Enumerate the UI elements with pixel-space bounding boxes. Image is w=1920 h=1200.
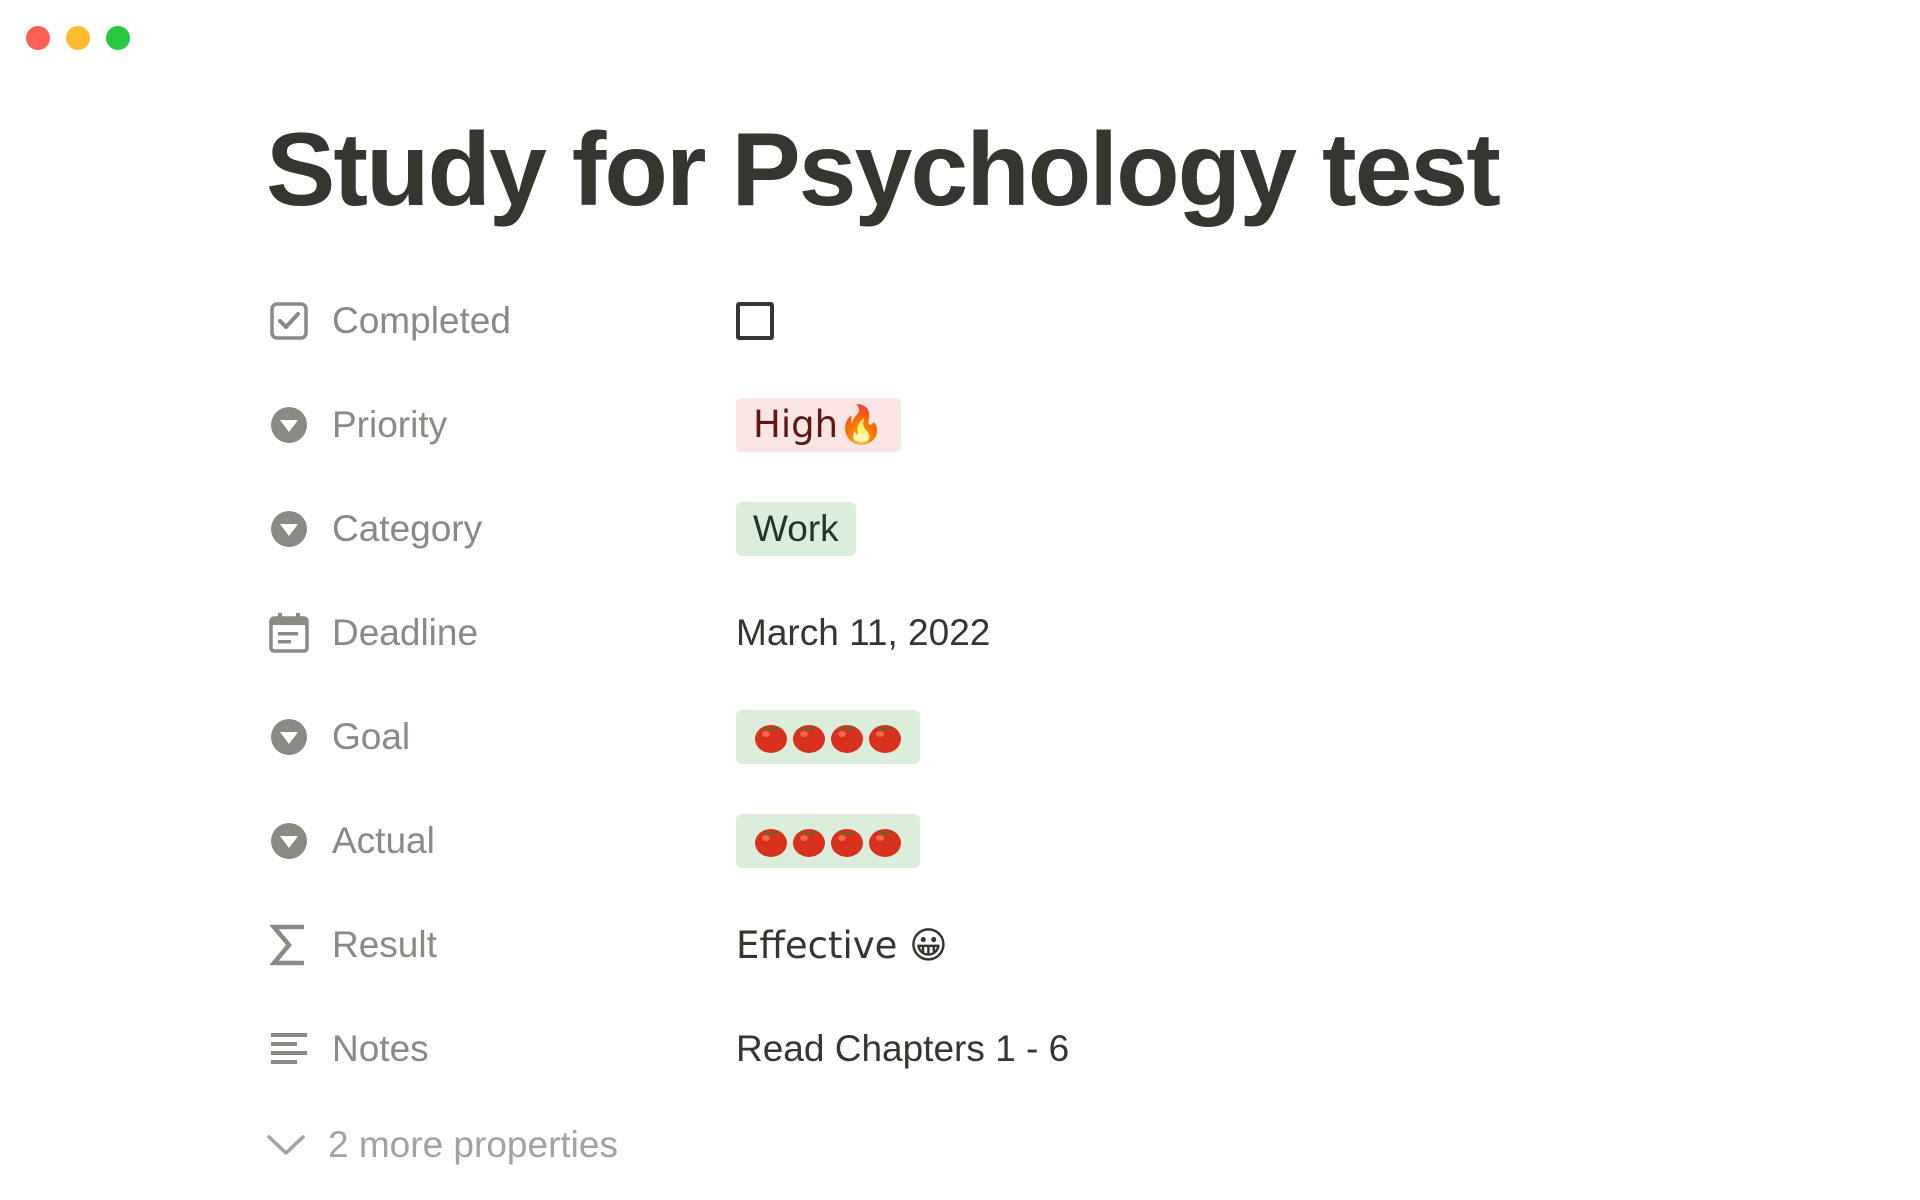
more-properties-label: 2 more properties xyxy=(328,1124,618,1165)
close-window-button[interactable] xyxy=(26,26,50,50)
property-label: Category xyxy=(332,508,483,549)
formula-sigma-icon xyxy=(266,922,312,968)
deadline-date-value[interactable]: March 11, 2022 xyxy=(736,612,990,654)
tomato-icon xyxy=(869,725,901,753)
calendar-property-icon xyxy=(266,610,312,656)
property-key-priority[interactable]: Priority xyxy=(266,402,736,448)
result-formula-value[interactable]: Effective 😀 xyxy=(736,924,948,967)
property-label: Result xyxy=(332,924,437,965)
select-property-icon xyxy=(266,818,312,864)
property-label: Goal xyxy=(332,716,411,757)
goal-tag[interactable] xyxy=(736,710,920,764)
property-label: Completed xyxy=(332,300,511,341)
window-controls xyxy=(26,26,130,50)
actual-tag[interactable] xyxy=(736,814,920,868)
chevron-down-icon xyxy=(266,1124,306,1166)
property-key-category[interactable]: Category xyxy=(266,506,736,552)
property-row-result[interactable]: Result Effective 😀 xyxy=(266,892,1766,998)
app-window: Study for Psychology test Completed Prio… xyxy=(0,0,1920,1200)
property-key-actual[interactable]: Actual xyxy=(266,818,736,864)
page-title[interactable]: Study for Psychology test xyxy=(266,110,1766,230)
property-label: Priority xyxy=(332,404,448,445)
text-lines-icon xyxy=(266,1026,312,1072)
property-row-notes[interactable]: Notes Read Chapters 1 - 6 xyxy=(266,998,1766,1100)
tomato-icon xyxy=(793,725,825,753)
property-key-result[interactable]: Result xyxy=(266,922,736,968)
page-content: Study for Psychology test Completed Prio… xyxy=(266,110,1766,1190)
property-row-goal[interactable]: Goal xyxy=(266,684,1766,790)
property-label: Deadline xyxy=(332,612,479,653)
properties-list: Completed Priority High🔥 Category Work D… xyxy=(266,268,1766,1190)
select-property-icon xyxy=(266,506,312,552)
property-key-goal[interactable]: Goal xyxy=(266,714,736,760)
property-key-notes[interactable]: Notes xyxy=(266,1026,736,1072)
minimize-window-button[interactable] xyxy=(66,26,90,50)
tomato-icon xyxy=(831,725,863,753)
tomato-icon xyxy=(755,725,787,753)
tomato-rating xyxy=(753,824,903,858)
select-property-icon xyxy=(266,714,312,760)
property-row-deadline[interactable]: Deadline March 11, 2022 xyxy=(266,582,1766,684)
tomato-icon xyxy=(793,829,825,857)
tomato-icon xyxy=(869,829,901,857)
tomato-icon xyxy=(831,829,863,857)
property-row-priority[interactable]: Priority High🔥 xyxy=(266,374,1766,476)
property-key-completed[interactable]: Completed xyxy=(266,298,736,344)
priority-tag[interactable]: High🔥 xyxy=(736,398,902,452)
property-key-deadline[interactable]: Deadline xyxy=(266,610,736,656)
maximize-window-button[interactable] xyxy=(106,26,130,50)
more-properties-toggle[interactable]: 2 more properties xyxy=(266,1100,1766,1190)
property-label: Actual xyxy=(332,820,435,861)
property-label: Notes xyxy=(332,1028,429,1069)
checkbox-property-icon xyxy=(266,298,312,344)
select-property-icon xyxy=(266,402,312,448)
completed-checkbox[interactable] xyxy=(736,302,774,340)
category-tag[interactable]: Work xyxy=(736,502,856,556)
property-row-completed[interactable]: Completed xyxy=(266,268,1766,374)
tomato-icon xyxy=(755,829,787,857)
property-row-category[interactable]: Category Work xyxy=(266,476,1766,582)
notes-text-value[interactable]: Read Chapters 1 - 6 xyxy=(736,1028,1069,1070)
property-row-actual[interactable]: Actual xyxy=(266,790,1766,892)
tomato-rating xyxy=(753,720,903,754)
